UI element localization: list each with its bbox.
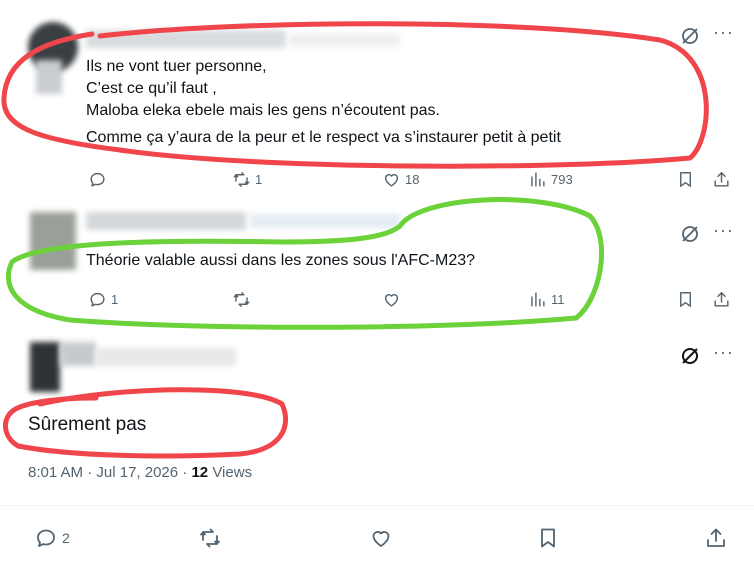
retweet-button[interactable] [232,290,251,309]
retweet-icon [233,172,250,187]
grok-icon[interactable] [680,26,700,46]
bookmark-button[interactable] [676,290,695,309]
reply-text-line: Comme ça y’aura de la peur et le respect… [86,129,561,146]
share-button[interactable] [712,290,731,309]
views-button[interactable]: 793 [528,170,573,189]
share-button[interactable] [704,526,728,550]
bookmark-icon [541,528,555,548]
tweet-metadata: 8:01 AM · Jul 17, 2026 · 12 Views [28,464,252,481]
bookmark-icon [680,172,691,187]
bookmark-button[interactable] [676,170,695,189]
share-icon [707,528,725,547]
bookmark-button[interactable] [536,526,560,550]
more-options-icon[interactable]: ··· [713,220,734,241]
more-options-icon[interactable]: ··· [713,22,734,43]
separator: · [87,464,93,481]
views-count: 12 [191,464,209,481]
retweet-button[interactable] [198,526,222,550]
author-name[interactable] [86,30,286,48]
retweet-count: 1 [255,172,263,187]
reply-button[interactable] [88,170,107,189]
share-icon [714,292,729,307]
like-count: 18 [405,172,420,187]
author-name[interactable] [86,212,246,230]
grok-icon[interactable] [680,224,700,244]
main-tweet-text: Sûrement pas [28,414,147,435]
comment-icon [37,529,55,547]
author-handle[interactable] [290,34,400,46]
comment-icon [90,292,105,307]
avatar[interactable] [30,212,76,270]
reply-text-line: Maloba eleka ebele mais les gens n’écout… [86,102,440,119]
views-button[interactable]: 11 [528,290,565,309]
like-button[interactable]: 18 [382,170,419,189]
like-button[interactable] [382,290,401,309]
divider [0,505,754,506]
reply-button[interactable]: 1 [88,290,118,309]
reply-text-line: Ils ne vont tuer personne, [86,58,267,75]
share-icon [714,172,729,187]
bookmark-icon [680,292,691,307]
views-label: Views [212,464,253,481]
tweet-date[interactable]: Jul 17, 2026 [96,464,178,481]
reply-text-line: C’est ce qu’il faut , [86,80,217,97]
view-count: 11 [551,292,565,307]
like-button[interactable] [369,526,393,550]
heart-icon [384,174,399,187]
reply-button[interactable]: 2 [34,526,70,550]
retweet-icon [200,528,220,548]
reply-count: 1 [111,292,119,307]
avatar-blur-block [36,60,62,94]
analytics-icon [531,172,545,187]
tweet-time[interactable]: 8:01 AM [28,464,83,481]
reply-count: 2 [62,530,70,546]
retweet-icon [233,292,250,307]
retweet-button[interactable]: 1 [232,170,262,189]
grok-icon[interactable] [680,346,700,366]
heart-icon [384,294,399,307]
avatar[interactable] [30,342,60,392]
analytics-icon [531,292,545,307]
separator: · [182,464,188,481]
author-name[interactable] [96,348,236,366]
heart-icon [372,531,390,547]
share-button[interactable] [712,170,731,189]
comment-icon [90,172,105,187]
more-options-icon[interactable]: ··· [713,342,734,363]
author-handle[interactable] [250,214,400,228]
reply-text: Théorie valable aussi dans les zones sou… [86,252,476,269]
avatar-blur-block [60,342,96,366]
view-count: 793 [551,172,573,187]
